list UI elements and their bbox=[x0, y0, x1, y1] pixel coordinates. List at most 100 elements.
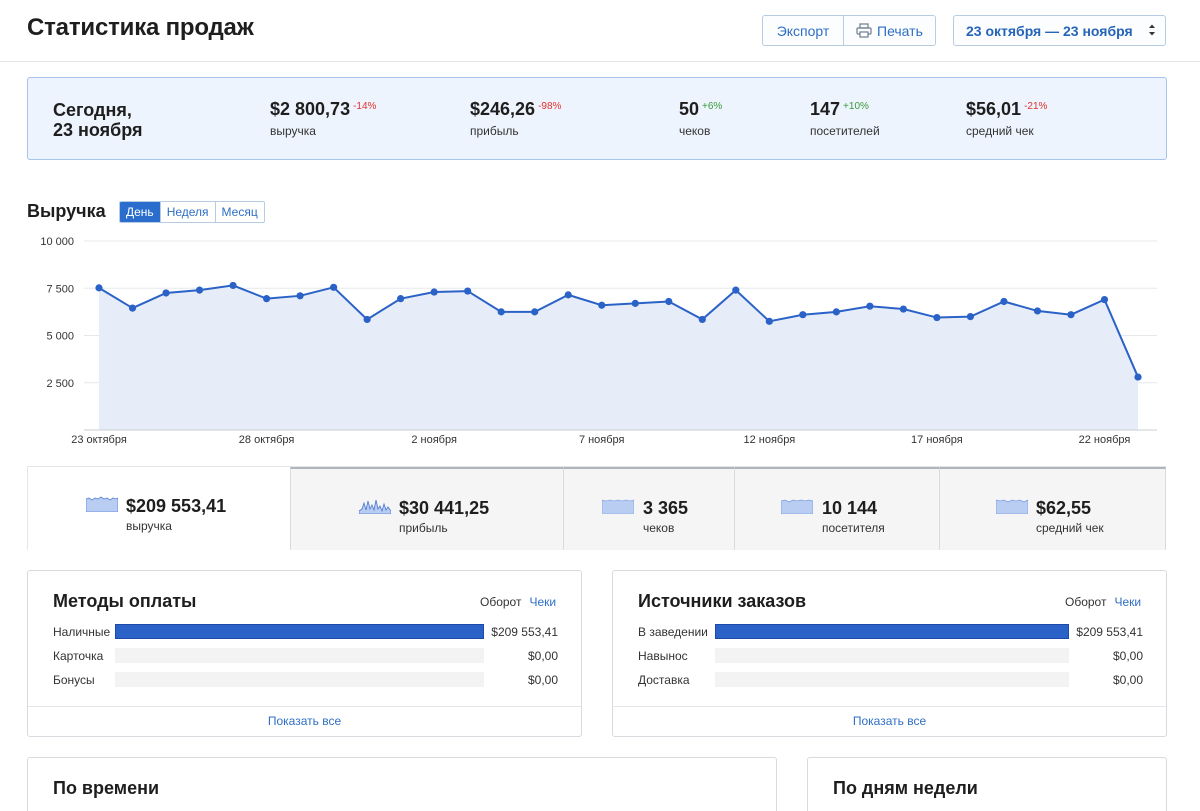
bar-fill bbox=[115, 624, 484, 639]
kpi-change: -98% bbox=[538, 101, 562, 112]
revenue-point bbox=[195, 286, 204, 294]
breakdown-row: Наличные $209 553,41 bbox=[53, 624, 558, 642]
total-label: прибыль bbox=[399, 521, 448, 535]
y-tick-label: 10 000 bbox=[40, 236, 74, 248]
y-tick-label: 2 500 bbox=[46, 378, 74, 390]
row-label: Карточка bbox=[53, 649, 104, 663]
sparkline-average-check bbox=[996, 499, 1028, 514]
kpi-visitors: 147 +10% посетителей bbox=[810, 99, 880, 138]
show-all-link[interactable]: Показать все bbox=[28, 706, 581, 736]
bar-track bbox=[715, 624, 1069, 639]
revenue-point bbox=[665, 297, 673, 306]
total-revenue-tab[interactable]: $209 553,41 выручка bbox=[27, 467, 290, 550]
bar-track bbox=[115, 624, 484, 639]
today-date: Сегодня, 23 ноября bbox=[53, 100, 143, 140]
metric-checks-link[interactable]: Чеки bbox=[529, 595, 556, 609]
revenue-title: Выручка bbox=[27, 201, 106, 221]
revenue-point bbox=[966, 313, 975, 321]
today-date-line1: Сегодня, bbox=[53, 100, 132, 120]
date-range-label: 23 октября — 23 ноября bbox=[966, 22, 1133, 39]
period-week-button[interactable]: Неделя bbox=[159, 202, 215, 222]
total-value: $209 553,41 bbox=[126, 496, 227, 516]
show-all-link[interactable]: Показать все bbox=[613, 706, 1166, 736]
by-time-card: По времени bbox=[27, 757, 777, 811]
total-value: $62,55 bbox=[1036, 498, 1092, 518]
revenue-point bbox=[128, 304, 137, 312]
revenue-area bbox=[99, 285, 1138, 430]
kpi-label: средний чек bbox=[966, 124, 1034, 138]
row-value: $0,00 bbox=[1112, 649, 1143, 663]
bar-track bbox=[115, 648, 484, 663]
x-tick-label: 2 ноября bbox=[411, 434, 457, 446]
sparkline-profit bbox=[359, 499, 391, 514]
printer-icon bbox=[856, 23, 872, 38]
kpi-revenue: $2 800,73 -14% выручка bbox=[270, 99, 376, 138]
revenue-point bbox=[564, 291, 572, 299]
card-title: Источники заказов bbox=[638, 591, 807, 611]
total-label: выручка bbox=[126, 519, 172, 533]
kpi-value: $246,26 bbox=[470, 99, 536, 119]
revenue-point bbox=[95, 284, 103, 292]
kpi-label: чеков bbox=[679, 124, 711, 138]
revenue-point bbox=[732, 286, 740, 294]
sparkline-visitors bbox=[781, 499, 813, 514]
period-month-button[interactable]: Месяц bbox=[214, 202, 264, 222]
total-label: средний чек bbox=[1036, 521, 1104, 535]
sparkline-revenue bbox=[86, 496, 118, 512]
export-button[interactable]: Экспорт bbox=[763, 16, 843, 45]
row-label: Наличные bbox=[53, 625, 111, 639]
revenue-point bbox=[1100, 295, 1109, 304]
bar-track bbox=[715, 672, 1069, 687]
x-tick-label: 7 ноября bbox=[579, 434, 625, 446]
total-average-check-tab[interactable]: $62,55 средний чек bbox=[939, 467, 1166, 550]
x-tick-label: 28 октября bbox=[239, 434, 295, 446]
kpi-change: -14% bbox=[353, 101, 377, 112]
period-day-button[interactable]: День bbox=[120, 202, 160, 222]
kpi-label: прибыль bbox=[470, 124, 519, 138]
revenue-point bbox=[229, 281, 237, 290]
bar-track bbox=[115, 672, 484, 687]
revenue-point bbox=[899, 305, 907, 313]
metric-switch: Оборот Чеки bbox=[480, 595, 556, 609]
total-checks-tab[interactable]: 3 365 чеков bbox=[563, 467, 734, 550]
breakdown-row: Бонусы $0,00 bbox=[53, 672, 558, 690]
row-label: Бонусы bbox=[53, 673, 95, 687]
kpi-label: выручка bbox=[270, 124, 316, 138]
revenue-point bbox=[262, 295, 271, 303]
kpi-value: $56,01 bbox=[966, 99, 1022, 119]
revenue-point bbox=[698, 315, 706, 324]
kpi-change: +6% bbox=[702, 101, 723, 112]
revenue-point bbox=[464, 287, 472, 295]
order-sources-card: Источники заказов Оборот Чеки В заведени… bbox=[612, 570, 1167, 737]
revenue-point bbox=[363, 315, 371, 324]
breakdown-row: В заведении $209 553,41 bbox=[638, 624, 1143, 642]
x-tick-label: 22 ноября bbox=[1079, 434, 1131, 446]
revenue-point bbox=[1067, 311, 1075, 319]
row-label: В заведении bbox=[638, 625, 708, 639]
metric-turnover-label: Оборот bbox=[1065, 595, 1107, 609]
metric-checks-link[interactable]: Чеки bbox=[1114, 595, 1141, 609]
revenue-point bbox=[631, 299, 639, 307]
date-range-select[interactable]: 23 октября — 23 ноября bbox=[953, 15, 1166, 46]
revenue-point bbox=[1033, 307, 1042, 315]
header: Статистика продаж Экспорт Печать 23 октя… bbox=[0, 0, 1200, 62]
metric-switch: Оборот Чеки bbox=[1065, 595, 1141, 609]
sort-arrows-icon bbox=[1149, 24, 1155, 36]
sparkline-checks bbox=[602, 499, 634, 514]
revenue-point bbox=[497, 308, 505, 316]
print-button[interactable]: Печать bbox=[843, 16, 935, 45]
kpi-checks: 50 +6% чеков bbox=[679, 99, 722, 138]
revenue-point bbox=[1000, 297, 1008, 306]
total-visitors-tab[interactable]: 10 144 посетителя bbox=[734, 467, 939, 550]
y-tick-label: 5 000 bbox=[46, 331, 74, 343]
export-print-group: Экспорт Печать bbox=[762, 15, 936, 46]
revenue-point bbox=[866, 302, 874, 310]
breakdown-row: Навынос $0,00 bbox=[638, 648, 1143, 666]
row-label: Доставка bbox=[638, 673, 690, 687]
total-label: посетителя bbox=[822, 521, 885, 535]
row-value: $0,00 bbox=[527, 673, 558, 687]
kpi-change: -21% bbox=[1024, 101, 1048, 112]
totals-strip: $209 553,41 выручка $30 441,25 прибыль 3… bbox=[27, 466, 1166, 550]
revenue-point bbox=[1134, 373, 1142, 381]
total-profit-tab[interactable]: $30 441,25 прибыль bbox=[290, 467, 563, 550]
